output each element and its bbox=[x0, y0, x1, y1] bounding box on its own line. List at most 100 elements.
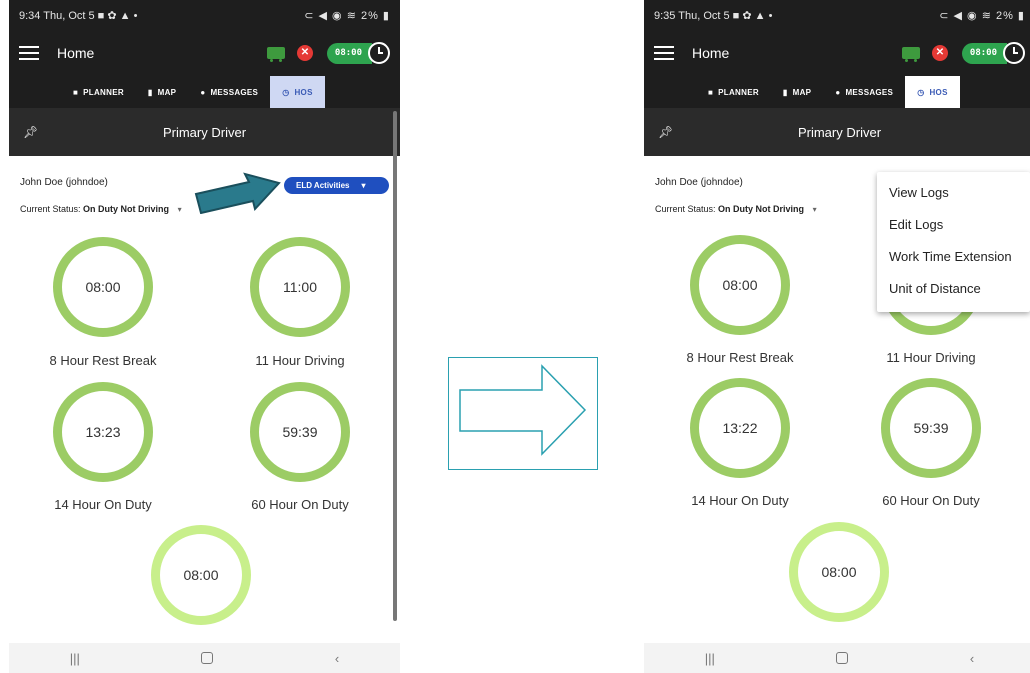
clock-icon: ◷ bbox=[282, 87, 290, 97]
recents-icon[interactable]: ||| bbox=[705, 651, 715, 666]
tab-label: MAP bbox=[157, 87, 177, 97]
timer-value: 13:22 bbox=[722, 420, 758, 436]
driver-header-title: Primary Driver bbox=[162, 124, 247, 140]
truck-icon[interactable] bbox=[901, 47, 920, 62]
home-icon[interactable] bbox=[201, 652, 214, 664]
clock-icon bbox=[368, 42, 390, 64]
current-status-label: Current Status: bbox=[655, 204, 716, 214]
map-icon: ▮ bbox=[147, 87, 153, 97]
status-bar: 9:35 Thu, Oct 5 ■ ✿ ▲ • ⊂ ◀ ◉ ≋ 2% ▮ bbox=[644, 0, 1030, 30]
duty-clock[interactable]: 08:00 bbox=[326, 42, 390, 64]
hamburger-menu-icon[interactable] bbox=[654, 46, 674, 60]
status-icons: ⊂ ◀ ◉ ≋ 2% ▮ bbox=[304, 9, 390, 22]
map-icon: ▮ bbox=[782, 87, 788, 97]
tab-map[interactable]: ▮ MAP bbox=[136, 76, 188, 108]
clock-icon bbox=[1003, 42, 1025, 64]
timer-label: 8 Hour Rest Break bbox=[686, 350, 794, 365]
scrollbar[interactable] bbox=[393, 111, 397, 621]
timer-ring-on-duty-14: 13:23 bbox=[53, 382, 153, 482]
truck-icon[interactable] bbox=[266, 47, 285, 62]
hos-content: John Doe (johndoe) Current Status: On Du… bbox=[9, 156, 400, 643]
status-bar: 9:34 Thu, Oct 5 ■ ✿ ▲ • ⊂ ◀ ◉ ≋ 2% ▮ bbox=[9, 0, 400, 30]
dropdown-caret-icon: ▾ bbox=[812, 205, 817, 214]
timer-ring-violation: 08:00 bbox=[151, 525, 251, 625]
timer-label: 14 Hour On Duty bbox=[691, 493, 789, 508]
timer-value: 11:00 bbox=[283, 279, 317, 295]
error-icon[interactable]: ✕ bbox=[296, 45, 313, 61]
tab-label: MESSAGES bbox=[210, 87, 259, 97]
tab-label: MAP bbox=[792, 87, 812, 97]
back-icon[interactable]: ‹ bbox=[970, 651, 974, 666]
timer-value: 13:23 bbox=[85, 424, 121, 440]
status-icons: ⊂ ◀ ◉ ≋ 2% ▮ bbox=[939, 9, 1025, 22]
status-time: 9:35 Thu, Oct 5 ■ ✿ ▲ • bbox=[654, 9, 773, 22]
timer-label: 60 Hour On Duty bbox=[251, 497, 349, 512]
eld-activities-label: ELD Activities bbox=[296, 181, 350, 190]
back-icon[interactable]: ‹ bbox=[335, 651, 339, 666]
current-status-value: On Duty Not Driving bbox=[718, 204, 805, 214]
app-title: Home bbox=[692, 45, 730, 61]
timer-ring-rest-break: 08:00 bbox=[690, 235, 790, 335]
error-icon[interactable]: ✕ bbox=[931, 45, 948, 61]
chat-icon: ● bbox=[835, 87, 841, 97]
timer-ring-on-duty-60: 59:39 bbox=[250, 382, 350, 482]
home-icon[interactable] bbox=[836, 652, 849, 664]
timer-label: 60 Hour On Duty bbox=[882, 493, 980, 508]
timer-value: 08:00 bbox=[821, 564, 857, 580]
app-bar: Home ✕ 08:00 bbox=[9, 30, 400, 76]
menu-item-view-logs[interactable]: View Logs bbox=[889, 185, 949, 200]
timer-label: 8 Hour Rest Break bbox=[49, 353, 157, 368]
tab-hos[interactable]: ◷ HOS bbox=[270, 76, 325, 108]
timer-value: 59:39 bbox=[913, 420, 949, 436]
timer-value: 08:00 bbox=[183, 567, 219, 583]
timer-ring-on-duty-14: 13:22 bbox=[690, 378, 790, 478]
android-nav-bar: ||| ‹ bbox=[644, 643, 1030, 673]
status-time: 9:34 Thu, Oct 5 ■ ✿ ▲ • bbox=[19, 9, 138, 22]
timer-ring-rest-break: 08:00 bbox=[53, 237, 153, 337]
pin-icon[interactable]: 📌︎ bbox=[23, 125, 38, 139]
clock-icon: ◷ bbox=[917, 87, 925, 97]
tab-hos[interactable]: ◷ HOS bbox=[905, 76, 960, 108]
tab-label: HOS bbox=[294, 87, 313, 97]
driver-header-title: Primary Driver bbox=[797, 124, 882, 140]
app-title: Home bbox=[57, 45, 95, 61]
current-status-label: Current Status: bbox=[20, 204, 81, 214]
chevron-down-icon: ▾ bbox=[361, 181, 366, 190]
app-bar: Home ✕ 08:00 bbox=[644, 30, 1030, 76]
pin-icon[interactable]: 📌︎ bbox=[658, 125, 673, 139]
chat-icon: ● bbox=[200, 87, 206, 97]
tab-messages[interactable]: ● MESSAGES bbox=[823, 76, 905, 108]
android-nav-bar: ||| ‹ bbox=[9, 643, 400, 673]
tab-label: HOS bbox=[929, 87, 948, 97]
current-status-value: On Duty Not Driving bbox=[83, 204, 170, 214]
truck-icon: ■ bbox=[73, 87, 79, 97]
tab-messages[interactable]: ● MESSAGES bbox=[188, 76, 270, 108]
menu-item-unit-of-distance[interactable]: Unit of Distance bbox=[889, 281, 981, 296]
menu-item-work-time-extension[interactable]: Work Time Extension bbox=[889, 249, 1012, 264]
eld-activities-menu: View Logs Edit Logs Work Time Extension … bbox=[877, 172, 1030, 312]
driver-name: John Doe (johndoe) bbox=[655, 177, 743, 188]
hos-content: John Doe (johndoe) Current Status: On Du… bbox=[644, 156, 1030, 643]
duty-clock-value: 08:00 bbox=[961, 42, 1007, 64]
tab-planner[interactable]: ■ PLANNER bbox=[61, 76, 136, 108]
current-status[interactable]: Current Status: On Duty Not Driving ▾ bbox=[20, 204, 182, 214]
tab-label: PLANNER bbox=[718, 87, 759, 97]
timer-value: 08:00 bbox=[722, 277, 758, 293]
duty-clock[interactable]: 08:00 bbox=[961, 42, 1025, 64]
tab-map[interactable]: ▮ MAP bbox=[771, 76, 823, 108]
tab-label: PLANNER bbox=[83, 87, 124, 97]
dropdown-caret-icon: ▾ bbox=[177, 205, 182, 214]
timer-ring-on-duty-60: 59:39 bbox=[881, 378, 981, 478]
menu-item-edit-logs[interactable]: Edit Logs bbox=[889, 217, 943, 232]
tab-bar: ■ PLANNER ▮ MAP ● MESSAGES ◷ HOS bbox=[644, 76, 1030, 108]
driver-name: John Doe (johndoe) bbox=[20, 177, 108, 188]
tab-bar: ■ PLANNER ▮ MAP ● MESSAGES ◷ HOS bbox=[9, 76, 400, 108]
eld-activities-button[interactable]: ELD Activities ▾ bbox=[284, 177, 389, 194]
tab-planner[interactable]: ■ PLANNER bbox=[696, 76, 771, 108]
current-status[interactable]: Current Status: On Duty Not Driving ▾ bbox=[655, 204, 817, 214]
timer-ring-driving: 11:00 bbox=[250, 237, 350, 337]
driver-header: 📌︎ Primary Driver bbox=[9, 108, 400, 156]
hamburger-menu-icon[interactable] bbox=[19, 46, 39, 60]
truck-icon: ■ bbox=[708, 87, 714, 97]
recents-icon[interactable]: ||| bbox=[70, 651, 80, 666]
